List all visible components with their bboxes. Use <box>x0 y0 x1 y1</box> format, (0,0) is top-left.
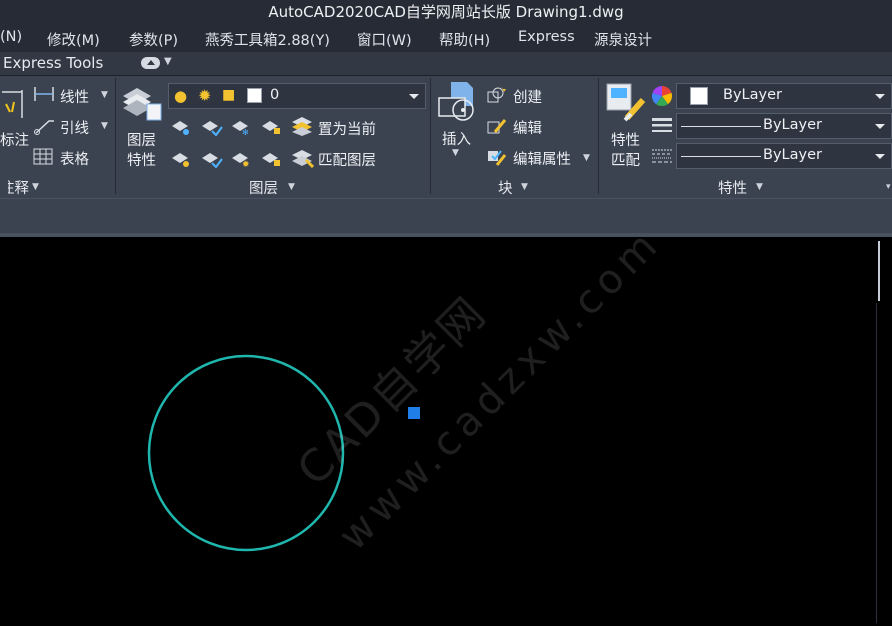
create-block-icon <box>487 86 506 103</box>
menu-item-yuanquan[interactable]: 源泉设计 <box>594 29 652 50</box>
vertical-scrollbar[interactable] <box>878 241 880 301</box>
edit-attributes-icon <box>488 150 507 166</box>
ribbon: 标注 线性 ▼ 引线 ▼ 表格 注释 ▼ 图层 特性 ● ✹ ■ 0 ✻ 置为当… <box>0 76 892 198</box>
linear-dimension-icon <box>34 87 54 101</box>
match-properties-icon <box>606 83 646 122</box>
layer-properties-label-2[interactable]: 特性 <box>127 149 156 170</box>
make-current-button[interactable]: 置为当前 <box>318 118 376 139</box>
lineweight-icon <box>652 118 672 132</box>
insert-button[interactable]: 插入 <box>442 128 471 149</box>
edit-attributes-button[interactable]: 编辑属性 <box>513 148 571 169</box>
panel-title-block[interactable]: 块 <box>498 177 513 198</box>
svg-text:✻: ✻ <box>242 128 249 136</box>
insert-block-icon <box>438 82 474 121</box>
panel-divider <box>115 78 116 194</box>
layer-tools-row-2-icons[interactable]: ✹ <box>170 148 288 168</box>
layer-tools-row-1-icons[interactable]: ✻ <box>170 116 288 136</box>
menu-bar: (N) 修改(M) 参数(P) 燕秀工具箱2.88(Y) 窗口(W) 帮助(H)… <box>0 25 892 52</box>
edit-block-icon <box>487 119 507 134</box>
linetype-value: ByLayer <box>763 147 822 163</box>
chevron-down-icon <box>875 154 885 159</box>
edit-block-button[interactable]: 编辑 <box>513 117 542 138</box>
table-icon <box>33 148 53 165</box>
menu-item-modify[interactable]: 修改(M) <box>47 29 100 50</box>
menu-item-window[interactable]: 窗口(W) <box>357 29 412 50</box>
chevron-down-icon[interactable]: ▼ <box>452 148 459 158</box>
color-value: ByLayer <box>723 87 782 103</box>
chevron-down-icon[interactable]: ▼ <box>583 153 590 163</box>
panel-title-layers[interactable]: 图层 <box>249 177 278 198</box>
leader-button[interactable]: 引线 <box>60 117 89 138</box>
title-bar: AutoCAD2020CAD自学网周站长版 Drawing1.dwg <box>0 0 892 25</box>
line-sample <box>681 126 761 127</box>
minimize-ribbon-icon[interactable] <box>141 57 160 69</box>
unlock-icon: ■ <box>222 87 236 103</box>
menu-item-view[interactable]: (N) <box>0 29 22 45</box>
match-properties-label[interactable]: 特性 <box>611 129 640 150</box>
line-sample <box>681 156 761 157</box>
chevron-down-icon[interactable]: ▼ <box>101 90 108 100</box>
leader-icon <box>34 120 54 135</box>
chevron-down-icon <box>875 124 885 129</box>
chevron-down-icon[interactable]: ▼ <box>32 182 39 192</box>
match-layer-icon <box>292 150 314 168</box>
match-layer-button[interactable]: 匹配图层 <box>318 149 376 170</box>
linetype-dropdown[interactable]: ByLayer <box>676 143 892 169</box>
current-layer-name: 0 <box>270 87 280 103</box>
dimension-button[interactable]: 标注 <box>0 129 29 150</box>
panel-title-properties[interactable]: 特性 <box>718 177 747 198</box>
table-button[interactable]: 表格 <box>60 148 89 169</box>
window-title: AutoCAD2020CAD自学网周站长版 Drawing1.dwg <box>268 3 624 21</box>
ribbon-tab-row: Express Tools ▼ <box>0 52 892 76</box>
layer-dropdown[interactable]: ● ✹ ■ 0 <box>168 83 426 109</box>
file-tab-strip <box>0 198 892 233</box>
canvas-edge-line <box>876 303 877 623</box>
chevron-down-icon[interactable]: ▼ <box>101 121 108 131</box>
tab-express-tools[interactable]: Express Tools <box>3 54 103 72</box>
dimension-icon <box>2 90 23 118</box>
menu-item-help[interactable]: 帮助(H) <box>439 29 490 50</box>
menu-item-parametric[interactable]: 参数(P) <box>129 29 178 50</box>
panel-options-icon[interactable]: ▾ <box>886 182 891 192</box>
svg-text:✹: ✹ <box>242 160 250 168</box>
create-block-button[interactable]: 创建 <box>513 86 542 107</box>
chevron-down-icon[interactable]: ▼ <box>164 56 172 67</box>
color-swatch-icon <box>247 88 262 103</box>
lineweight-dropdown[interactable]: ByLayer <box>676 113 892 139</box>
linear-button[interactable]: 线性 <box>60 86 89 107</box>
drawing-canvas[interactable]: CAD自学网 www.cadzxw.com <box>0 233 892 626</box>
match-properties-label-2[interactable]: 匹配 <box>611 149 640 170</box>
lineweight-value: ByLayer <box>763 117 822 133</box>
linetype-icon <box>652 149 672 163</box>
chevron-down-icon[interactable]: ▼ <box>521 182 528 192</box>
panel-divider <box>598 78 599 194</box>
color-swatch-icon <box>690 87 708 105</box>
menu-item-express[interactable]: Express <box>518 29 575 45</box>
chevron-down-icon[interactable]: ▼ <box>288 182 295 192</box>
panel-divider <box>430 78 431 194</box>
layer-properties-label[interactable]: 图层 <box>127 129 156 150</box>
sun-icon: ✹ <box>198 86 212 105</box>
make-current-icon <box>292 117 312 136</box>
lightbulb-icon: ● <box>174 87 188 105</box>
menu-item-yanxiu[interactable]: 燕秀工具箱2.88(Y) <box>205 29 330 50</box>
color-dropdown[interactable]: ByLayer <box>676 83 892 109</box>
panel-title-annotate[interactable]: 注释 <box>8 177 29 198</box>
chevron-down-icon <box>409 94 419 99</box>
layer-properties-icon <box>123 88 162 121</box>
chevron-down-icon <box>875 94 885 99</box>
color-wheel-icon <box>651 86 673 107</box>
chevron-down-icon[interactable]: ▼ <box>756 182 763 192</box>
